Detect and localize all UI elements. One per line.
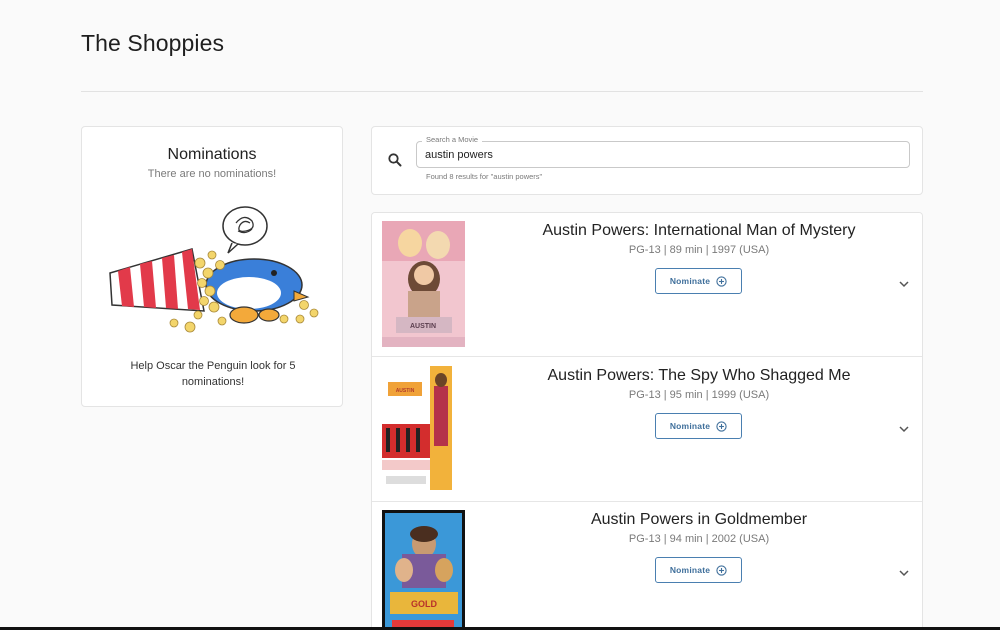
search-helper-text: Found 8 results for "austin powers"	[426, 172, 543, 181]
search-input[interactable]	[425, 145, 895, 164]
search-icon	[388, 153, 402, 167]
svg-text:AUSTIN: AUSTIN	[410, 323, 436, 330]
nominations-empty-text: There are no nominations!	[147, 168, 277, 180]
movie-title: Austin Powers in Goldmember	[590, 511, 808, 528]
result-item: GOLD Austin Powers in Goldmember PG-13 |…	[372, 502, 922, 630]
nominate-button[interactable]: Nominate	[655, 268, 742, 294]
add-circle-icon	[716, 564, 727, 576]
movie-poster: GOLD	[382, 510, 465, 630]
svg-text:GOLD: GOLD	[411, 599, 437, 609]
expand-chevron-icon[interactable]	[898, 424, 910, 434]
result-item: AUSTIN Austin Powers: The Spy Who Shagge…	[372, 358, 922, 502]
result-item: AUSTIN Austin Powers: International Man …	[372, 213, 922, 357]
nominate-label: Nominate	[669, 276, 711, 286]
penguin-popcorn-illustration	[109, 206, 319, 333]
movie-title: Austin Powers: International Man of Myst…	[542, 222, 856, 239]
movie-meta: PG-13 | 89 min | 1997 (USA)	[628, 244, 770, 256]
movie-meta: PG-13 | 94 min | 2002 (USA)	[628, 533, 770, 545]
nominate-button[interactable]: Nominate	[655, 413, 742, 439]
expand-chevron-icon[interactable]	[898, 279, 910, 289]
nominations-panel: Nominations There are no nominations! He…	[81, 126, 343, 407]
nominate-label: Nominate	[669, 565, 711, 575]
movie-poster: AUSTIN	[382, 221, 465, 347]
search-field[interactable]	[416, 141, 910, 168]
expand-chevron-icon[interactable]	[898, 568, 910, 578]
nominate-label: Nominate	[669, 421, 711, 431]
nominations-title: Nominations	[167, 146, 257, 163]
results-list: AUSTIN Austin Powers: International Man …	[371, 212, 923, 630]
movie-meta: PG-13 | 95 min | 1999 (USA)	[628, 389, 770, 401]
movie-title: Austin Powers: The Spy Who Shagged Me	[547, 367, 851, 384]
add-circle-icon	[716, 275, 727, 287]
search-label: Search a Movie	[422, 135, 483, 144]
movie-poster: AUSTIN	[382, 366, 465, 492]
search-panel: Search a Movie Found 8 results for "aust…	[371, 126, 923, 195]
app-title: The Shoppies	[81, 30, 225, 56]
nominations-help-text: Help Oscar the Penguin look for 5 nomina…	[130, 360, 296, 388]
nominate-button[interactable]: Nominate	[655, 557, 742, 583]
svg-text:AUSTIN: AUSTIN	[396, 388, 415, 394]
header-divider	[81, 91, 923, 92]
add-circle-icon	[716, 420, 727, 432]
